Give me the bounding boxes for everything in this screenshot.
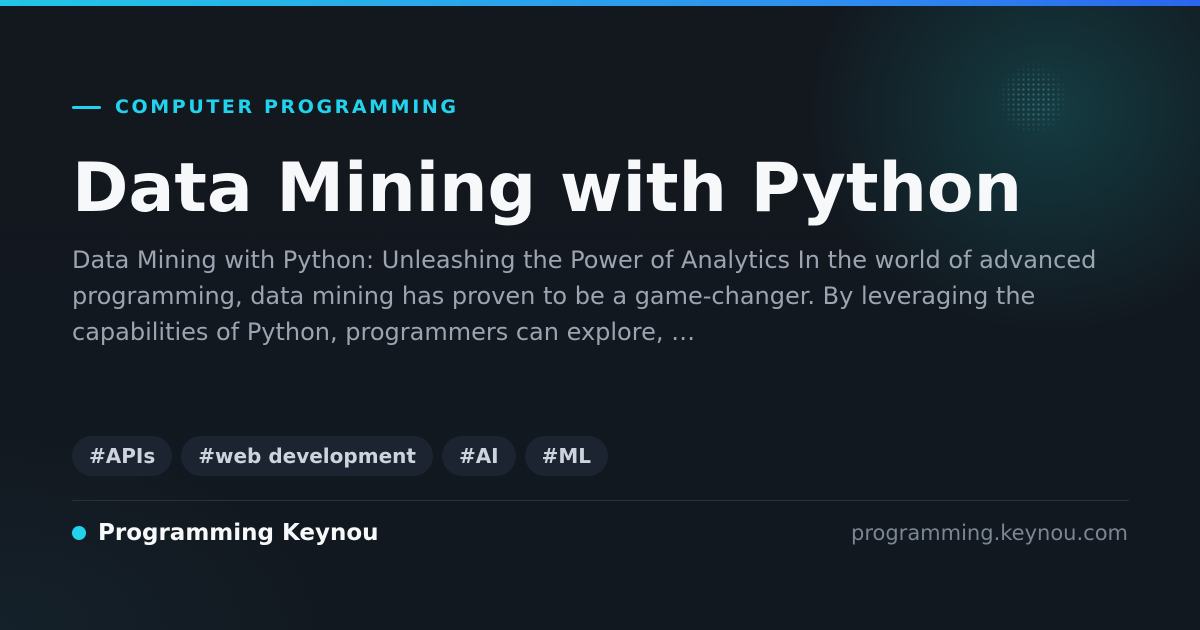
- category-label: COMPUTER PROGRAMMING: [115, 96, 459, 118]
- article-title: Data Mining with Python: [72, 149, 1023, 228]
- category-accent-line: [72, 105, 101, 109]
- tag-apis[interactable]: #APIs: [72, 436, 173, 476]
- category-header: COMPUTER PROGRAMMING: [72, 96, 459, 118]
- brand: Programming Keynou: [72, 518, 379, 548]
- tag-list: #APIs #web development #AI #ML: [72, 436, 617, 476]
- dot-pattern-decoration: [996, 62, 1070, 136]
- brand-dot-icon: [72, 526, 86, 540]
- brand-name: Programming Keynou: [98, 520, 379, 546]
- article-description: Data Mining with Python: Unleashing the …: [72, 246, 1097, 346]
- tag-ml[interactable]: #ML: [524, 436, 609, 476]
- tag-web-development[interactable]: #web development: [181, 436, 433, 476]
- top-accent-bar: [0, 0, 1200, 6]
- site-url[interactable]: programming.keynou.com: [851, 518, 1128, 548]
- tag-ai[interactable]: #AI: [441, 436, 516, 476]
- footer-divider: [72, 500, 1129, 501]
